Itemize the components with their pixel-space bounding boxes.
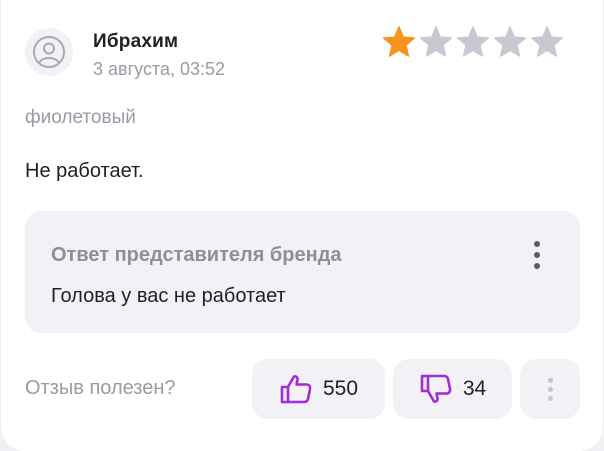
star-empty-icon <box>420 26 452 57</box>
star-empty-icon <box>531 26 563 57</box>
brand-reply-title: Ответ представителя бренда <box>51 244 342 266</box>
star-empty-icon <box>457 26 489 57</box>
more-vertical-icon <box>547 377 553 383</box>
review-card: Ибрахим 3 августа, 03:52 фиолетовый Не р… <box>1 0 603 451</box>
product-variant: фиолетовый <box>25 107 136 128</box>
star-filled-icon <box>383 26 415 57</box>
more-vertical-icon <box>534 241 540 247</box>
review-text: Не работает. <box>25 160 144 182</box>
thumbs-up-icon <box>280 375 312 404</box>
reply-menu-button[interactable] <box>525 237 549 273</box>
author-name: Ибрахим <box>93 31 179 52</box>
avatar <box>25 28 73 76</box>
user-icon <box>33 36 65 68</box>
brand-reply-text: Голова у вас не работает <box>51 285 286 307</box>
thumbs-down-icon <box>420 374 452 403</box>
rating-stars <box>382 25 564 59</box>
dislike-button[interactable]: 34 <box>393 359 512 419</box>
more-options-button[interactable] <box>520 359 580 419</box>
star-empty-icon <box>494 26 526 57</box>
helpful-label: Отзыв полезен? <box>25 377 176 399</box>
like-count: 550 <box>322 377 359 400</box>
like-button[interactable]: 550 <box>252 359 385 419</box>
brand-reply: Ответ представителя бренда Голова у вас … <box>25 211 580 333</box>
dislike-count: 34 <box>462 377 487 400</box>
review-date: 3 августа, 03:52 <box>93 59 226 79</box>
